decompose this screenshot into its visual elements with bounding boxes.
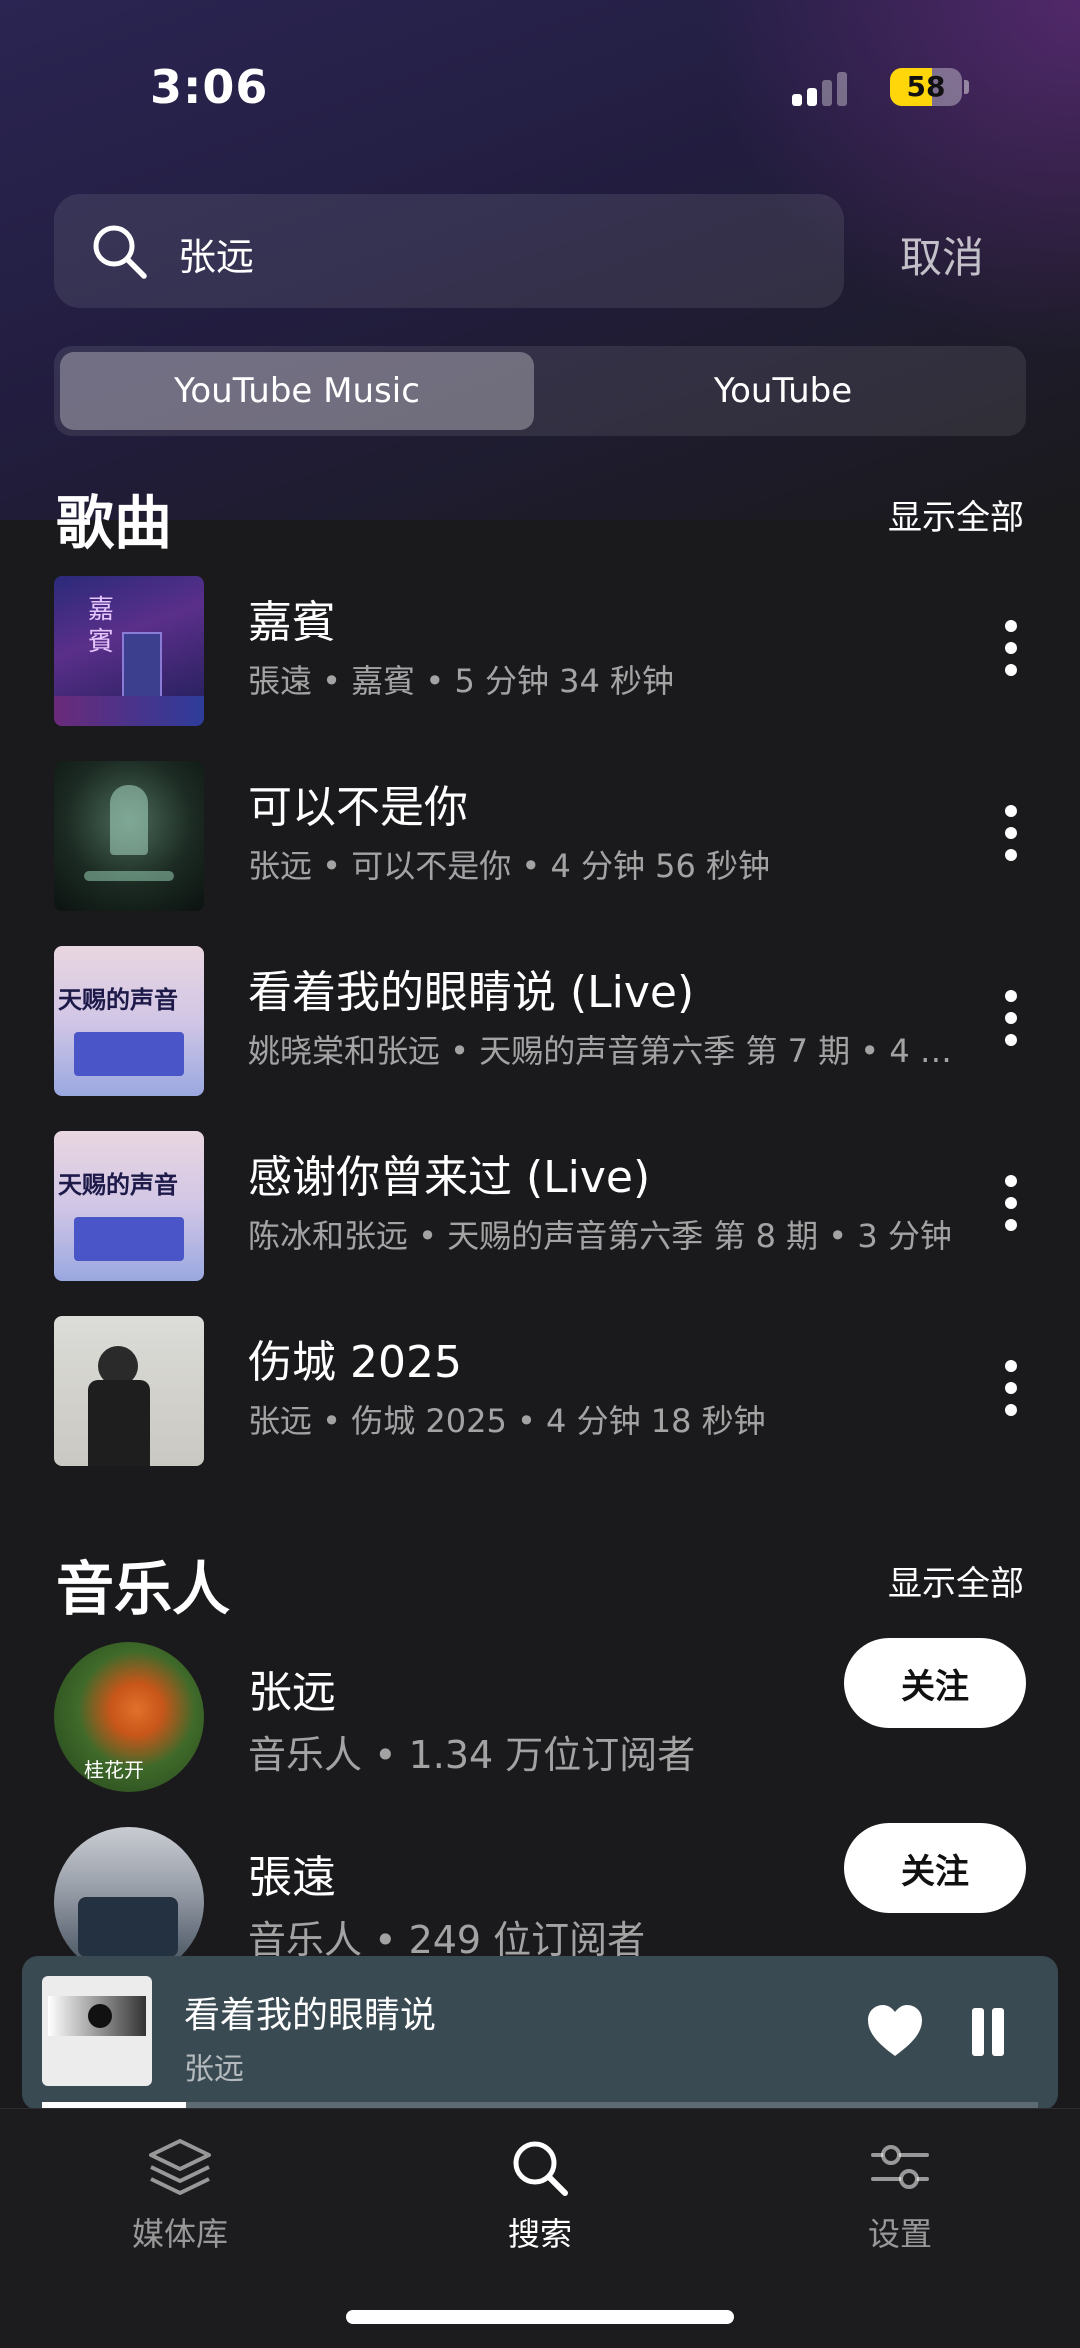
settings-icon (871, 2145, 929, 2189)
more-options-icon[interactable] (994, 978, 1026, 1058)
song-title: 可以不是你 (248, 782, 468, 833)
song-title: 看着我的眼睛说 (Live) (248, 967, 695, 1018)
song-title: 伤城 2025 (248, 1337, 462, 1388)
album-art-building (122, 632, 162, 702)
avatar-group (78, 1897, 178, 1957)
mini-player[interactable]: 看着我的眼睛说 张远 (22, 1956, 1058, 2110)
now-playing-title: 看着我的眼睛说 (184, 1995, 437, 2036)
battery-percentage: 58 (906, 70, 946, 103)
now-playing-album-art (42, 1976, 152, 2086)
song-title: 感谢你曾来过 (Live) (248, 1152, 651, 1203)
album-art-text: 天赐的声音 (58, 1171, 178, 1199)
more-options-icon[interactable] (994, 793, 1026, 873)
artists-show-all-button[interactable]: 显示全部 (888, 1556, 1024, 1605)
nav-item-settings[interactable]: 设置 (790, 2135, 1010, 2265)
album-art-ground (54, 696, 204, 726)
search-icon (513, 2141, 568, 2196)
song-subtitle: 张远 • 可以不是你 • 4 分钟 56 秒钟 (248, 847, 771, 885)
nav-item-search[interactable]: 搜索 (430, 2135, 650, 2265)
home-indicator[interactable] (346, 2310, 734, 2324)
nav-label: 搜索 (507, 2215, 572, 2253)
source-segmented-control: YouTube Music YouTube (54, 346, 1026, 436)
song-subtitle: 张远 • 伤城 2025 • 4 分钟 18 秒钟 (248, 1402, 766, 1440)
follow-button[interactable]: 关注 (844, 1638, 1026, 1728)
avatar (54, 1827, 204, 1977)
song-subtitle: 張遠 • 嘉賓 • 5 分钟 34 秒钟 (248, 662, 675, 700)
song-row[interactable]: 可以不是你 张远 • 可以不是你 • 4 分钟 56 秒钟 (0, 753, 1080, 913)
album-art-script (84, 871, 174, 881)
album-art: 嘉 賓 (54, 576, 204, 726)
tab-youtube[interactable]: YouTube (546, 352, 1020, 430)
song-row[interactable]: 嘉 賓 嘉賓 張遠 • 嘉賓 • 5 分钟 34 秒钟 (0, 568, 1080, 728)
album-art-text: 天赐的声音 (58, 986, 178, 1014)
album-art-figure (88, 1380, 150, 1466)
songs-section-title: 歌曲 (56, 489, 173, 557)
more-options-icon[interactable] (994, 608, 1026, 688)
cellular-signal-icon (792, 70, 848, 106)
song-row[interactable]: 伤城 2025 张远 • 伤城 2025 • 4 分钟 18 秒钟 (0, 1308, 1080, 1468)
avatar: 桂花开 (54, 1642, 204, 1792)
cancel-button[interactable]: 取消 (900, 224, 984, 285)
songs-show-all-button[interactable]: 显示全部 (888, 490, 1024, 539)
nav-label: 设置 (867, 2215, 932, 2253)
more-options-icon[interactable] (994, 1163, 1026, 1243)
now-playing-artist: 张远 (184, 2052, 244, 2087)
album-art-pupil (88, 2004, 112, 2028)
artist-subtitle: 音乐人 • 1.34 万位订阅者 (248, 1733, 696, 1777)
album-art-figure (110, 785, 148, 855)
status-time: 3:06 (150, 60, 269, 114)
tab-youtube-music[interactable]: YouTube Music (60, 352, 534, 430)
album-art (54, 761, 204, 911)
album-art: 天赐的声音 (54, 946, 204, 1096)
library-icon (149, 2139, 211, 2195)
album-art-banner (74, 1217, 184, 1261)
heart-icon[interactable] (866, 2004, 924, 2058)
song-row[interactable]: 天赐的声音 看着我的眼睛说 (Live) 姚晓棠和张远 • 天赐的声音第六季 第… (0, 938, 1080, 1098)
battery-tip (964, 80, 969, 94)
artist-row[interactable]: 桂花开 张远 音乐人 • 1.34 万位订阅者 关注 (0, 1638, 1080, 1802)
song-subtitle: 陈冰和张远 • 天赐的声音第六季 第 8 期 • 3 分钟 (248, 1217, 952, 1255)
song-title: 嘉賓 (248, 597, 336, 648)
artists-section-title: 音乐人 (56, 1555, 231, 1623)
nav-label: 媒体库 (131, 2215, 228, 2253)
avatar-text: 桂花开 (84, 1758, 144, 1782)
album-art: 天赐的声音 (54, 1131, 204, 1281)
search-query-text: 张远 (178, 235, 255, 279)
album-art-banner (74, 1032, 184, 1076)
follow-button[interactable]: 关注 (844, 1823, 1026, 1913)
album-art (54, 1316, 204, 1466)
artist-name: 張遠 (248, 1852, 336, 1903)
search-icon (93, 225, 147, 279)
song-row[interactable]: 天赐的声音 感谢你曾来过 (Live) 陈冰和张远 • 天赐的声音第六季 第 8… (0, 1123, 1080, 1283)
pause-icon[interactable] (968, 2008, 1008, 2056)
song-subtitle: 姚晓棠和张远 • 天赐的声音第六季 第 7 期 • 4 分钟 (248, 1032, 968, 1070)
battery-icon: 58 (890, 68, 962, 106)
nav-item-library[interactable]: 媒体库 (70, 2135, 290, 2265)
more-options-icon[interactable] (994, 1348, 1026, 1428)
artist-name: 张远 (248, 1667, 336, 1718)
search-input[interactable]: 张远 (54, 194, 844, 308)
